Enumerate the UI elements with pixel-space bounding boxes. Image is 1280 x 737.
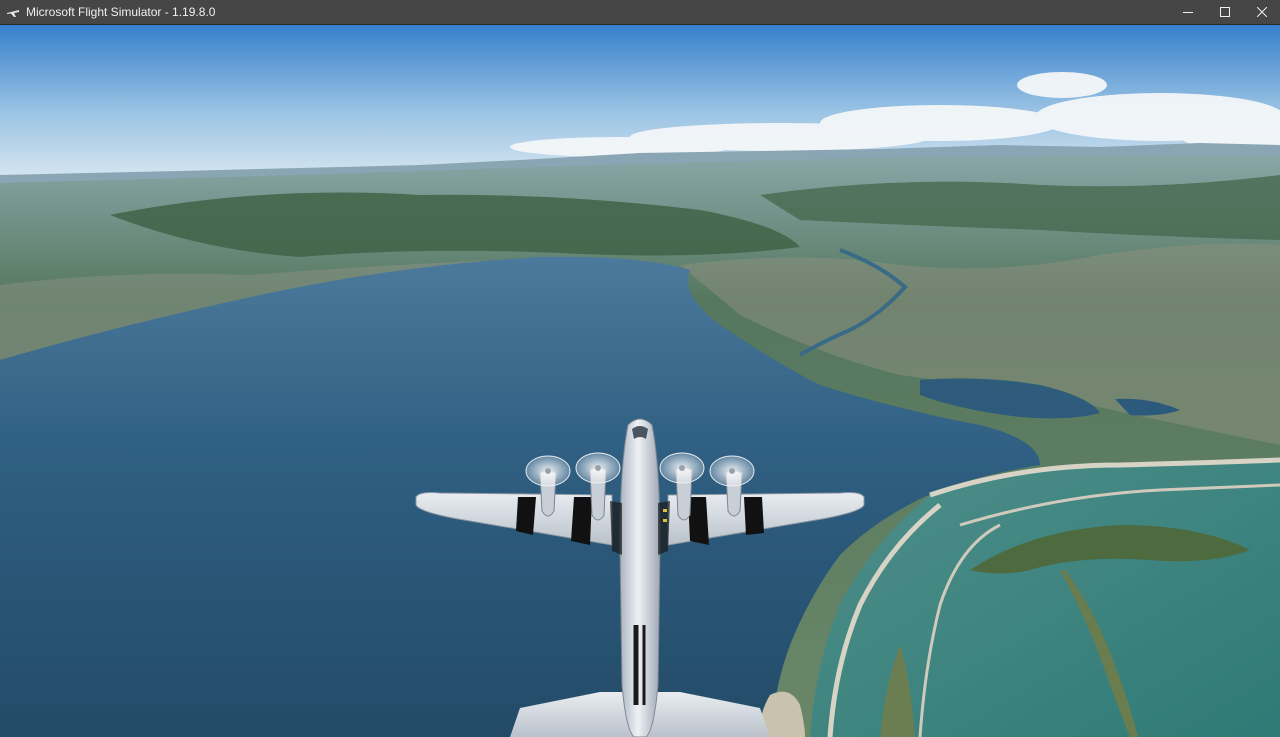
close-icon [1256,4,1267,22]
maximize-icon [1219,4,1230,22]
plane-icon [6,5,20,19]
maximize-button[interactable] [1206,0,1243,25]
simulator-viewport[interactable] [0,25,1280,737]
window-controls [1169,0,1280,25]
minimize-button[interactable] [1169,0,1206,25]
flight-scene [0,25,1280,737]
close-button[interactable] [1243,0,1280,25]
app-window: Microsoft Flight Simulator - 1.19.8.0 [0,0,1280,737]
fuselage [619,418,661,737]
title-bar[interactable]: Microsoft Flight Simulator - 1.19.8.0 [0,0,1280,25]
window-title: Microsoft Flight Simulator - 1.19.8.0 [26,5,216,19]
minimize-icon [1182,4,1193,22]
